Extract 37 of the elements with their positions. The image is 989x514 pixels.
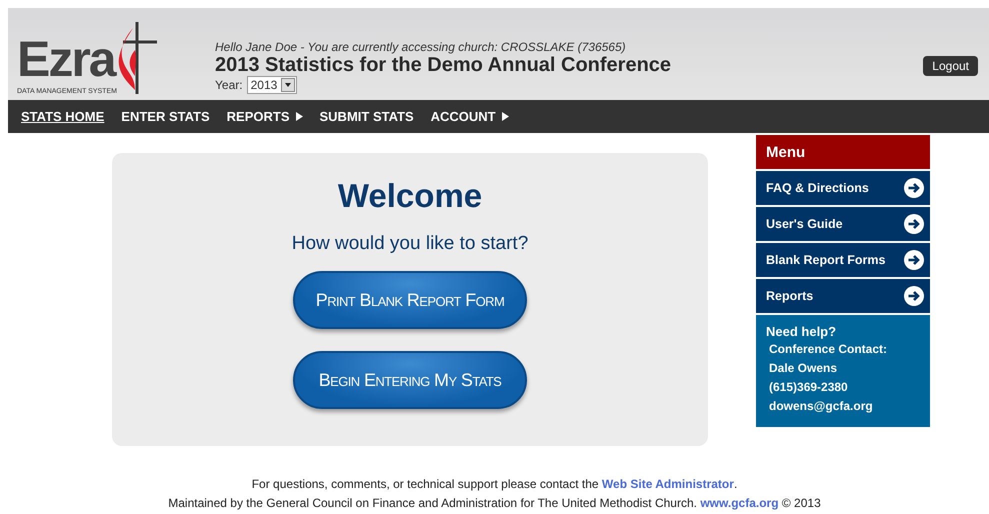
footer-link[interactable]: www.gcfa.org — [700, 496, 779, 510]
year-select[interactable]: 2013 — [246, 76, 298, 94]
arrow-circle-icon — [904, 214, 924, 234]
footer-text: For questions, comments, or technical support please contact the Web Site Administrator. — [250, 477, 738, 491]
start-button[interactable]: Begin Entering My Stats — [293, 351, 527, 409]
footer-text: Maintained by the General Council on Finance and Administration for The United Methodist Church. www.gcfa.org © 2013 — [167, 496, 822, 510]
help-text: dowens@gcfa.org — [768, 398, 874, 415]
nav-link[interactable]: STATS HOME — [21, 109, 104, 124]
nav-link[interactable]: ENTER STATS — [121, 109, 210, 124]
welcome-prompt: How would you like to start? — [292, 233, 528, 255]
welcome-title: Welcome — [338, 177, 482, 215]
menu-link[interactable]: Blank Report Forms — [756, 243, 930, 277]
year-label: Year: — [215, 78, 243, 92]
greeting-text: Hello Jane Doe - You are currently accessing church: CROSSLAKE (736565) — [215, 40, 627, 54]
arrow-circle-icon — [904, 178, 924, 198]
menu-link[interactable]: FAQ & Directions — [756, 171, 930, 205]
logout-button[interactable]: Logout — [923, 56, 978, 76]
footer-link[interactable]: Web Site Administrator — [602, 477, 734, 491]
start-button[interactable]: Print Blank Report Form — [293, 271, 527, 329]
dropdown-caret-icon — [281, 78, 296, 92]
submenu-arrow-icon — [296, 112, 302, 121]
submenu-arrow-icon — [502, 112, 509, 121]
help-text: Conference Contact: — [768, 341, 888, 358]
logo-text: Ezra — [17, 34, 115, 84]
menu-header: Menu — [756, 135, 930, 169]
menu-link[interactable]: Reports — [756, 279, 930, 313]
help-text: Dale Owens — [768, 360, 838, 377]
menu-link[interactable]: User's Guide — [756, 207, 930, 241]
page-title: 2013 Statistics for the Demo Annual Conference — [215, 54, 672, 76]
nav-link[interactable]: SUBMIT STATS — [320, 109, 414, 124]
nav-link[interactable]: REPORTS — [226, 109, 302, 124]
help-heading: Need help? — [766, 323, 838, 340]
help-text: (615)369-2380 — [768, 379, 849, 396]
arrow-circle-icon — [904, 250, 924, 270]
cross-flame-icon — [116, 20, 157, 96]
arrow-circle-icon — [904, 286, 924, 306]
nav-link[interactable]: ACCOUNT — [430, 109, 509, 124]
